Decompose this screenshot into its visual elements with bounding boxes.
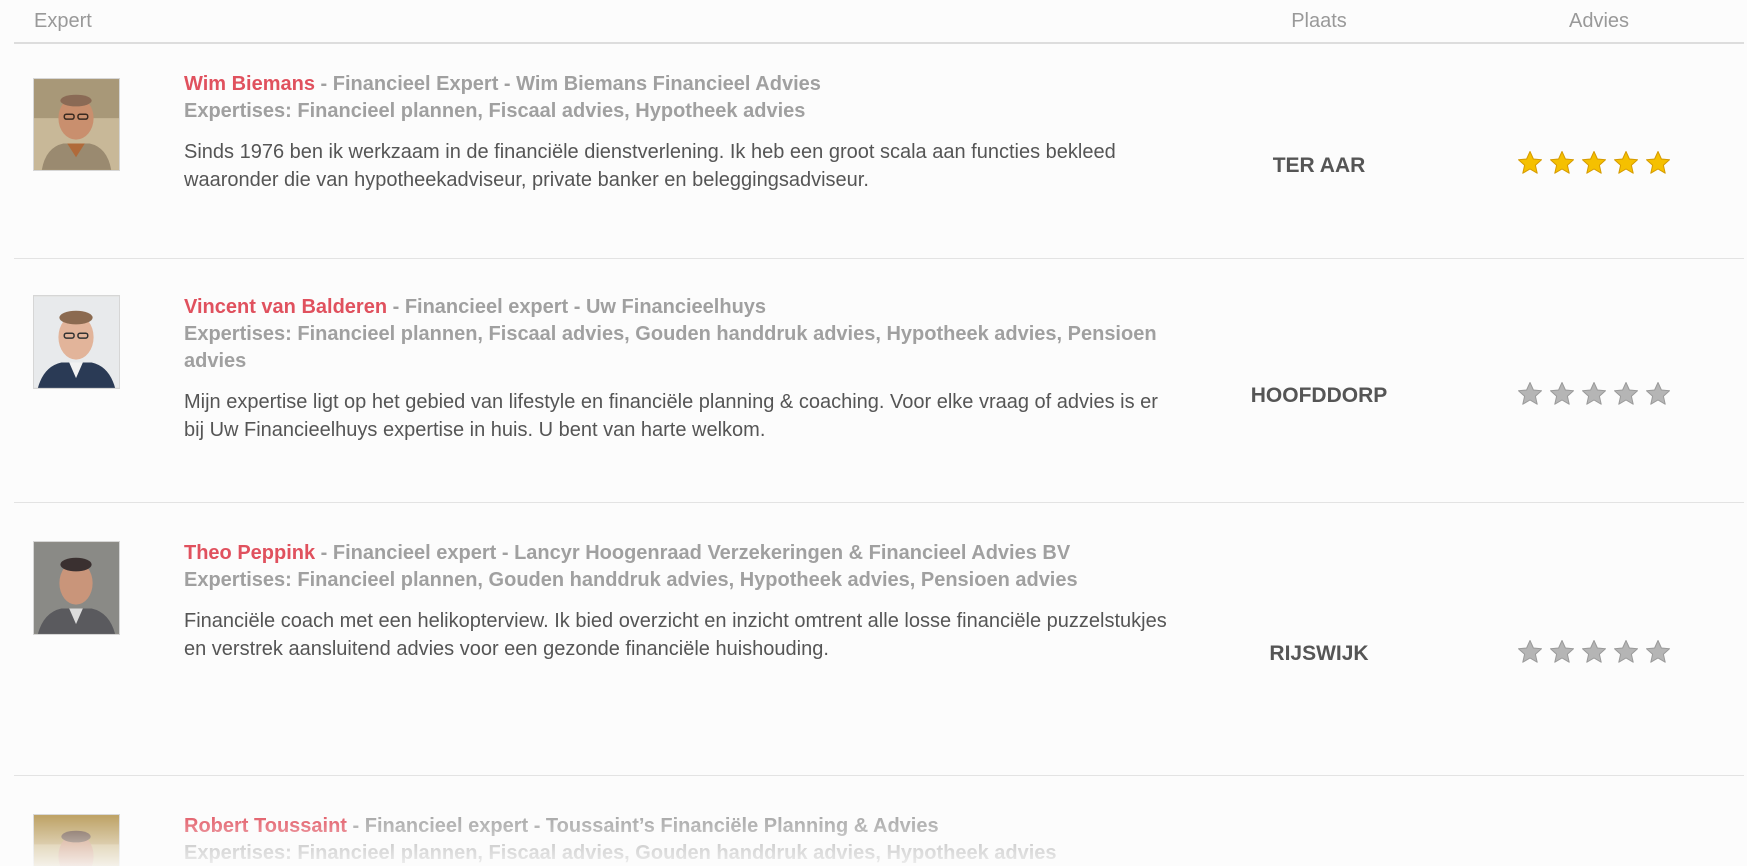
star-filled-icon (1614, 151, 1638, 174)
column-header-plaats[interactable]: Plaats (1269, 10, 1369, 33)
expert-function: - Financieel expert - Toussaint’s Financ… (346, 815, 939, 837)
expert-avatar[interactable] (33, 295, 120, 389)
expert-avatar[interactable] (33, 814, 120, 866)
expert-function: - Financieel expert - Uw Financieelhuys (387, 296, 767, 318)
expert-avatar[interactable] (33, 541, 120, 635)
expert-list-page: Expert Plaats Advies Wim Biemans - Finan… (0, 0, 1747, 866)
star-empty-icon (1518, 382, 1542, 405)
star-filled-icon (1582, 151, 1606, 174)
star-filled-icon (1518, 151, 1542, 174)
star-empty-icon (1646, 382, 1670, 405)
expert-title: Robert Toussaint - Financieel expert - T… (184, 812, 1174, 840)
portrait-icon (34, 815, 119, 866)
expert-row[interactable]: Vincent van Balderen - Financieel expert… (14, 259, 1744, 503)
expert-name-link[interactable]: Theo Peppink (184, 542, 315, 564)
expert-expertises: Expertises: Financieel plannen, Fiscaal … (184, 842, 1057, 864)
rating-stars (1517, 150, 1687, 180)
expert-plaats: HOOFDDORP (1250, 384, 1388, 407)
expert-description: Sinds 1976 ben ik werkzaam in de financi… (184, 141, 1116, 191)
expert-expertises: Expertises: Financieel plannen, Fiscaal … (184, 323, 1157, 372)
star-empty-icon (1646, 640, 1670, 663)
portrait-icon (34, 542, 119, 634)
expert-name-link[interactable]: Vincent van Balderen (184, 296, 387, 318)
expert-expertises: Expertises: Financieel plannen, Fiscaal … (184, 100, 806, 122)
expert-description: Mijn expertise ligt op het gebied van li… (184, 391, 1158, 441)
expert-plaats: TER AAR (1272, 154, 1366, 177)
expert-avatar[interactable] (33, 78, 120, 171)
expert-info: Wim Biemans - Financieel Expert - Wim Bi… (184, 70, 1174, 194)
star-empty-icon (1550, 640, 1574, 663)
expert-row[interactable]: Wim Biemans - Financieel Expert - Wim Bi… (14, 44, 1744, 259)
portrait-icon (34, 79, 119, 170)
expert-title: Vincent van Balderen - Financieel expert… (184, 293, 1174, 321)
expert-info: Vincent van Balderen - Financieel expert… (184, 293, 1174, 444)
expert-row[interactable]: Robert Toussaint - Financieel expert - T… (14, 776, 1744, 866)
star-empty-icon (1550, 382, 1574, 405)
expert-title: Wim Biemans - Financieel Expert - Wim Bi… (184, 70, 1174, 98)
table-header: Expert Plaats Advies (14, 0, 1744, 44)
star-filled-icon (1550, 151, 1574, 174)
star-empty-icon (1614, 640, 1638, 663)
rating-stars (1517, 639, 1687, 669)
star-filled-icon (1646, 151, 1670, 174)
expert-expertises: Expertises: Financieel plannen, Gouden h… (184, 569, 1078, 591)
rating-stars (1517, 381, 1687, 411)
star-empty-icon (1582, 640, 1606, 663)
column-header-expert[interactable]: Expert (34, 10, 92, 33)
expert-name-link[interactable]: Wim Biemans (184, 73, 315, 95)
column-header-advies[interactable]: Advies (1539, 10, 1659, 33)
expert-title: Theo Peppink - Financieel expert - Lancy… (184, 539, 1174, 567)
expert-description: Financiële coach met een helikopterview.… (184, 610, 1167, 660)
star-empty-icon (1518, 640, 1542, 663)
expert-function: - Financieel expert - Lancyr Hoogenraad … (315, 542, 1071, 564)
star-empty-icon (1614, 382, 1638, 405)
expert-name-link[interactable]: Robert Toussaint (184, 815, 347, 837)
star-empty-icon (1582, 382, 1606, 405)
expert-info: Robert Toussaint - Financieel expert - T… (184, 812, 1174, 866)
expert-function: - Financieel Expert - Wim Biemans Financ… (314, 73, 821, 95)
expert-row[interactable]: Theo Peppink - Financieel expert - Lancy… (14, 503, 1744, 776)
portrait-icon (34, 296, 119, 388)
expert-plaats: RIJSWIJK (1269, 642, 1369, 665)
expert-info: Theo Peppink - Financieel expert - Lancy… (184, 539, 1174, 663)
